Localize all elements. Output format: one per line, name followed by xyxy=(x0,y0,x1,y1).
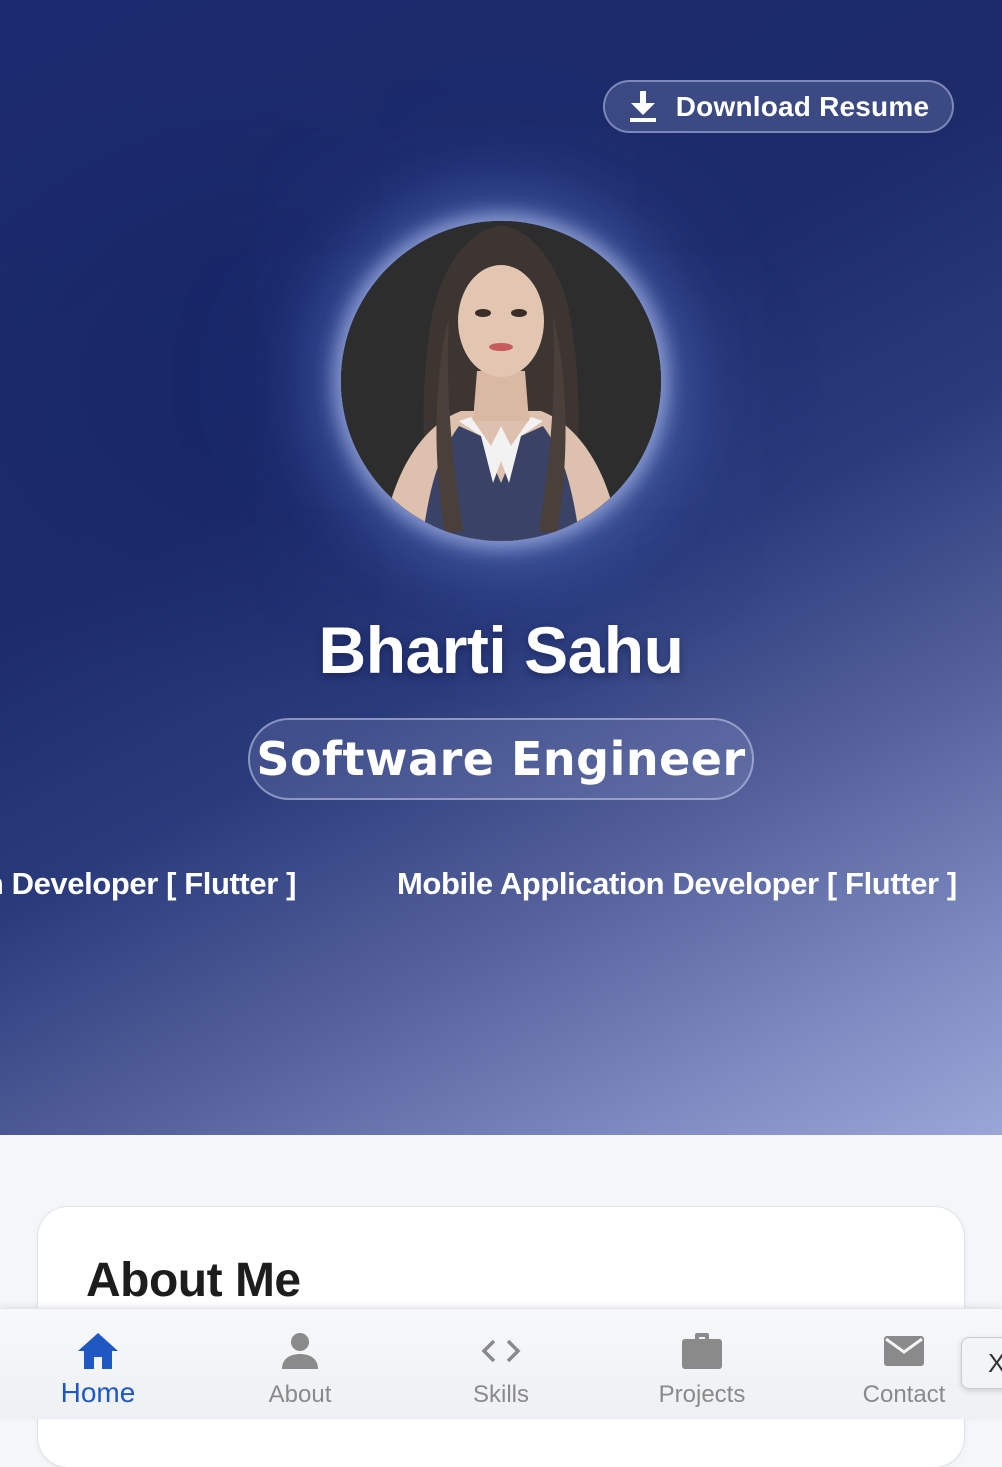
person-icon xyxy=(282,1333,318,1369)
role-label: Software Engineer xyxy=(256,732,746,786)
download-icon xyxy=(629,90,656,122)
nav-label-contact: Contact xyxy=(862,1381,946,1408)
close-label: X xyxy=(988,1347,1002,1378)
nav-item-projects[interactable]: Projects xyxy=(602,1309,802,1419)
nav-label-projects: Projects xyxy=(658,1381,746,1408)
nav-label-skills: Skills xyxy=(472,1381,529,1408)
nav-label-about: About xyxy=(268,1381,332,1408)
marquee-item: n Developer [ Flutter ] xyxy=(0,866,296,901)
nav-label-home: Home xyxy=(60,1377,136,1408)
nav-item-home[interactable]: Home xyxy=(0,1309,198,1419)
nav-item-skills[interactable]: Skills xyxy=(401,1309,601,1419)
download-resume-label: Download Resume xyxy=(675,90,930,122)
home-icon xyxy=(78,1333,118,1369)
hero-section: Download Resume Bharti Sahu Software Eng… xyxy=(0,0,1002,1135)
avatar xyxy=(341,221,661,541)
about-title: About Me xyxy=(86,1254,301,1307)
nav-item-about[interactable]: About xyxy=(200,1309,400,1419)
code-icon xyxy=(481,1339,521,1363)
marquee-item: Mobile Application Developer [ Flutter ] xyxy=(397,866,957,901)
profile-photo xyxy=(341,221,661,541)
close-button[interactable]: X xyxy=(961,1337,1002,1389)
bottom-navigation: Home About Skills Projects Contact xyxy=(0,1308,1002,1419)
mail-icon xyxy=(884,1336,924,1366)
briefcase-icon xyxy=(682,1333,722,1369)
role-badge: Software Engineer xyxy=(248,718,754,800)
profile-name: Bharti Sahu xyxy=(318,613,684,687)
download-resume-button[interactable]: Download Resume xyxy=(603,80,954,133)
role-marquee: n Developer [ Flutter ] Mobile Applicati… xyxy=(0,858,1002,908)
